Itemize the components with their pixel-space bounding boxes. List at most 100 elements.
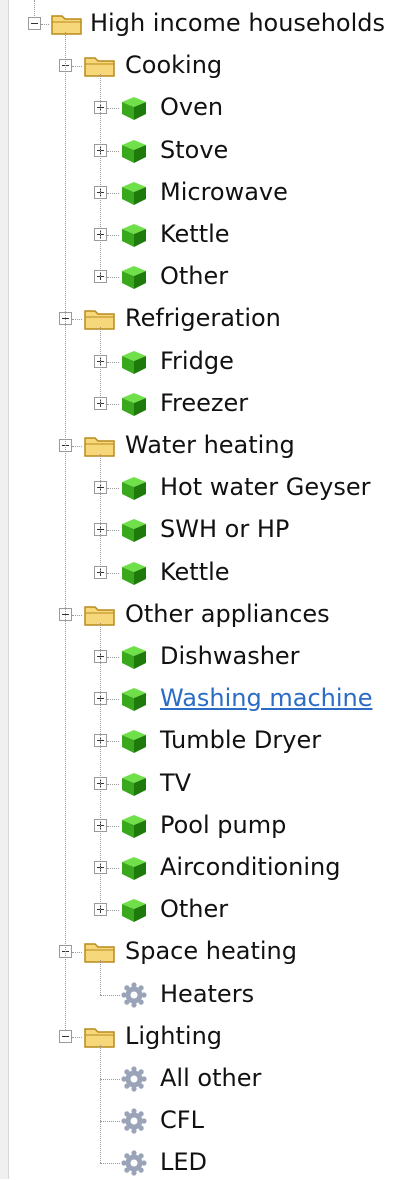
tree-group-node[interactable]: Lighting xyxy=(0,1016,416,1052)
tree-connector xyxy=(107,657,119,658)
tree-connector xyxy=(100,1079,120,1080)
tree-connector xyxy=(107,783,119,785)
tree-node-label: Kettle xyxy=(160,220,230,248)
cube-icon xyxy=(120,95,148,125)
tree-item-node[interactable]: Other xyxy=(0,256,416,292)
cube-icon xyxy=(120,391,148,421)
tree-node-label: Tumble Dryer xyxy=(160,726,322,755)
tree-group-node[interactable]: Other appliances xyxy=(0,594,416,630)
tree-item-node[interactable]: CFL xyxy=(0,1100,416,1136)
tree-node-label: Stove xyxy=(160,135,229,164)
tree-item-node[interactable]: Oven xyxy=(0,87,416,123)
tree-item-node[interactable]: Heaters xyxy=(0,974,416,1010)
cube-icon xyxy=(120,517,148,547)
tree-connector xyxy=(100,74,101,278)
tree-node-label: Water heating xyxy=(125,431,295,459)
tree-item-node[interactable]: SWH or HP xyxy=(0,509,416,545)
tree-node-label: Heaters xyxy=(160,979,255,1008)
tree-node-label: TV xyxy=(160,768,192,797)
cube-icon xyxy=(120,813,148,843)
collapse-icon[interactable] xyxy=(28,17,41,30)
tree-item-node[interactable]: Dishwasher xyxy=(0,636,416,672)
tree-group-node[interactable]: Refrigeration xyxy=(0,298,416,334)
tree-item-node[interactable]: Kettle xyxy=(0,552,416,588)
gear-icon xyxy=(120,1066,148,1096)
tree-connector xyxy=(107,192,119,194)
cube-icon xyxy=(120,264,148,294)
cube-icon xyxy=(120,728,148,758)
tree-connector xyxy=(107,108,119,110)
tree-connector xyxy=(100,1121,120,1123)
tree-connector xyxy=(100,994,120,996)
tree-item-node[interactable]: TV xyxy=(0,763,416,799)
tree-group-node[interactable]: Space heating xyxy=(0,931,416,967)
tree-connector xyxy=(107,741,119,743)
tree-item-node[interactable]: All other xyxy=(0,1058,416,1094)
tree-connector xyxy=(107,868,119,869)
tree-connector xyxy=(100,1044,101,1164)
cube-icon xyxy=(120,686,148,716)
tree-node-label: Pool pump xyxy=(160,810,287,839)
tree-connector xyxy=(72,66,82,68)
tree-group-node[interactable]: Water heating xyxy=(0,425,416,461)
tree-node-label: All other xyxy=(160,1064,262,1092)
tree-node-label: Space heating xyxy=(125,937,297,966)
tree-node-label: Other appliances xyxy=(125,599,330,628)
tree-item-node[interactable]: Tumble Dryer xyxy=(0,720,416,756)
tree-node-label: Other xyxy=(160,895,229,924)
tree-node-label: Lighting xyxy=(125,1021,223,1050)
tree-node-label: Hot water Geyser xyxy=(160,473,371,502)
cube-icon xyxy=(120,771,148,801)
collapse-icon[interactable] xyxy=(59,1029,72,1043)
cube-icon xyxy=(120,222,148,252)
tree-connector xyxy=(100,454,101,573)
tree-node-label: High income households xyxy=(90,9,385,37)
cube-icon xyxy=(120,855,148,885)
tree-node-label: CFL xyxy=(160,1106,204,1135)
tree-node-label: Fridge xyxy=(160,346,234,375)
tree-connector xyxy=(107,910,119,912)
tree-group-node[interactable]: Cooking xyxy=(0,45,416,81)
gear-icon xyxy=(120,1150,148,1180)
gear-icon xyxy=(120,1108,148,1138)
tree-view[interactable]: High income households Cooking Oven Stove Mi… xyxy=(0,0,416,1179)
cube-icon xyxy=(120,180,148,210)
tree-connector xyxy=(100,1163,120,1165)
tree-item-node[interactable]: Hot water Geyser xyxy=(0,467,416,503)
tree-node-label: Kettle xyxy=(160,557,230,586)
cube-icon xyxy=(120,644,148,674)
tree-node-label: Dishwasher xyxy=(160,642,300,670)
tree-item-node[interactable]: Stove xyxy=(0,130,416,166)
tree-connector xyxy=(72,952,82,954)
tree-connector xyxy=(107,530,119,532)
tree-connector xyxy=(100,327,101,404)
tree-node-label: LED xyxy=(160,1148,208,1177)
tree-item-node[interactable]: Freezer xyxy=(0,383,416,419)
tree-node-label: Freezer xyxy=(160,388,249,417)
tree-item-node[interactable]: Other xyxy=(0,889,416,925)
tree-item-node[interactable]: Airconditioning xyxy=(0,847,416,883)
cube-icon xyxy=(120,897,148,927)
tree-connector xyxy=(107,488,119,490)
tree-node-label: SWH or HP xyxy=(160,515,290,544)
tree-node-label: Airconditioning xyxy=(160,853,341,881)
tree-item-node[interactable]: Kettle xyxy=(0,214,416,250)
tree-connector xyxy=(65,32,66,1030)
cube-icon xyxy=(120,560,148,590)
tree-node-label: Other xyxy=(160,262,229,291)
gear-icon xyxy=(120,981,148,1012)
tree-connector xyxy=(72,446,82,447)
tree-item-node[interactable]: LED xyxy=(0,1142,416,1178)
tree-node-label: Cooking xyxy=(125,51,223,80)
tree-item-node[interactable]: Pool pump xyxy=(0,805,416,841)
tree-root-node[interactable]: High income households xyxy=(0,3,416,39)
tree-item-node[interactable]: Fridge xyxy=(0,341,416,377)
tree-connector xyxy=(107,277,119,279)
tree-connector xyxy=(107,403,119,405)
tree-item-node[interactable]: Washing machine xyxy=(0,678,416,714)
tree-node-label: Oven xyxy=(160,93,224,122)
tree-node-label: Washing machine xyxy=(160,684,373,713)
tree-connector xyxy=(34,0,35,16)
tree-item-node[interactable]: Microwave xyxy=(0,172,416,208)
cube-icon xyxy=(120,349,148,379)
